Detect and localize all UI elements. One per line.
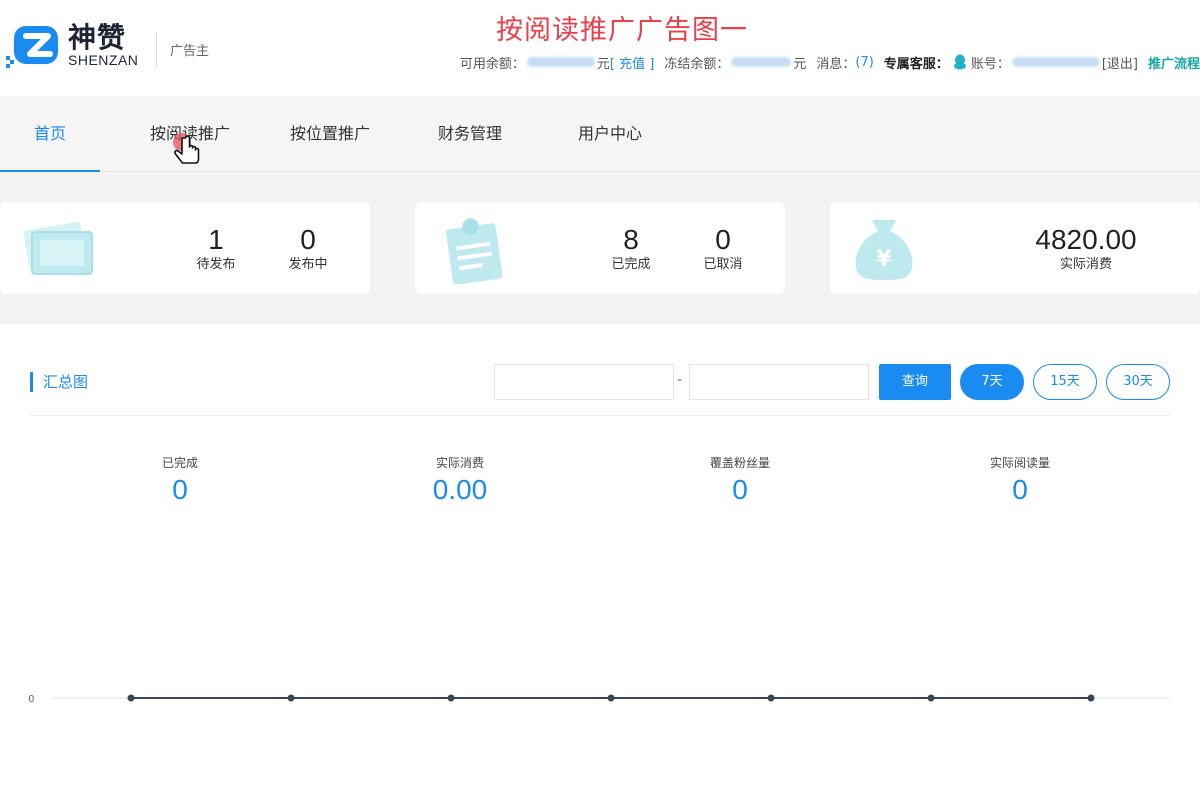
query-button[interactable]: 查询	[879, 364, 951, 400]
stat-label: 发布中	[288, 257, 328, 272]
promo-flow-link[interactable]: 推广流程	[1148, 53, 1200, 72]
money-bag-icon: ¥	[855, 220, 913, 280]
stat-value: 4820.00	[1035, 224, 1137, 255]
stats-band: 1 待发布 0 发布中 8 已完成 0 已取消 ¥ 4820.00 实际消费	[0, 172, 1200, 324]
stat-pending: 1 待发布	[186, 224, 246, 274]
metric-value: 0	[732, 474, 748, 505]
tickets-icon	[24, 221, 93, 275]
metric-label: 实际阅读量	[989, 456, 1050, 470]
logo-divider	[156, 32, 157, 68]
account-bar: 可用余额： 元 [ 充值 ] 冻结余额： 元 消息： (7) 专属客服： 账号：…	[459, 53, 1200, 72]
metric-completed: 已完成 0	[80, 455, 280, 509]
data-point	[1087, 694, 1095, 702]
stat-card-pending: 1 待发布 0 发布中	[0, 202, 370, 294]
metric-value: 0	[1012, 474, 1028, 505]
summary-line-chart: 0	[28, 694, 1170, 705]
yuan-unit: 元	[793, 56, 807, 72]
stat-value: 0	[715, 224, 731, 255]
hand-cursor-icon	[173, 133, 200, 164]
y-tick-label: 0	[28, 694, 34, 705]
stat-value: 0	[300, 224, 316, 255]
metric-value: 0	[172, 474, 188, 505]
date-separator: -	[677, 372, 683, 388]
range-15-days-button[interactable]: 15天	[1033, 364, 1097, 400]
account-value-redacted	[1011, 57, 1100, 67]
data-point	[927, 694, 935, 702]
stat-actual-spend: 4820.00 实际消费	[1016, 224, 1156, 274]
data-point	[447, 694, 455, 702]
stat-label: 已完成	[611, 257, 651, 272]
role-label: 广告主	[170, 44, 210, 59]
frozen-balance-value-redacted	[731, 57, 792, 67]
stat-cancelled: 0 已取消	[693, 224, 753, 274]
stat-value: 8	[623, 224, 639, 255]
metric-value: 0.00	[432, 474, 488, 505]
account-label: 账号：	[970, 56, 1010, 72]
stat-completed: 8 已完成	[601, 224, 661, 274]
stat-label: 实际消费	[1059, 257, 1112, 272]
messages-label: 消息：	[816, 56, 856, 72]
top-header: 神赞 SHENZAN 广告主 按阅读推广广告图一 可用余额： 元 [ 充值 ] …	[0, 0, 1200, 96]
stat-card-completed: 8 已完成 0 已取消	[415, 202, 785, 294]
brand-name-en: SHENZAN	[68, 52, 139, 68]
nav-item-user-center[interactable]: 用户中心	[560, 96, 660, 172]
brand-logo[interactable]: 神赞 SHENZAN	[6, 22, 138, 68]
summary-title: 汇总图	[30, 372, 88, 392]
qq-service-icon[interactable]	[953, 54, 967, 70]
shenzan-logo-icon	[6, 26, 58, 68]
stat-label: 已取消	[703, 257, 743, 272]
metric-label: 覆盖粉丝量	[709, 456, 770, 470]
brand-name-cn: 神赞	[68, 21, 127, 54]
messages-count-link[interactable]: (7)	[855, 55, 873, 70]
data-point	[287, 694, 295, 702]
range-30-days-button[interactable]: 30天	[1106, 364, 1170, 400]
recharge-link[interactable]: [ 充值 ]	[610, 53, 654, 72]
clipboard-icon	[446, 218, 503, 284]
stat-card-spend: ¥ 4820.00 实际消费	[830, 202, 1200, 294]
service-label: 专属客服：	[883, 56, 949, 72]
yuan-unit: 元	[596, 56, 610, 72]
start-date-input[interactable]	[494, 364, 674, 400]
available-balance-value-redacted	[526, 57, 595, 67]
data-point	[767, 694, 775, 702]
frozen-balance-label: 冻结余额：	[664, 56, 730, 72]
data-point	[127, 694, 135, 702]
overlay-title: 按阅读推广广告图一	[496, 15, 748, 46]
stat-value: 1	[208, 224, 224, 255]
nav-item-finance[interactable]: 财务管理	[420, 96, 520, 172]
end-date-input[interactable]	[689, 364, 869, 400]
stat-label: 待发布	[196, 257, 236, 272]
metric-actual-spend: 实际消费 0.00	[360, 455, 560, 509]
range-7-days-button[interactable]: 7天	[960, 364, 1024, 400]
summary-divider	[30, 415, 1170, 416]
brand-text: 神赞 SHENZAN	[68, 21, 139, 68]
data-point	[607, 694, 615, 702]
logout-link[interactable]: [退出]	[1102, 53, 1138, 72]
metric-actual-reads: 实际阅读量 0	[920, 455, 1120, 509]
metric-fan-coverage: 覆盖粉丝量 0	[640, 455, 840, 509]
stat-publishing: 0 发布中	[278, 224, 338, 274]
metric-label: 实际消费	[435, 456, 484, 470]
svg-text:¥: ¥	[876, 247, 892, 272]
nav-item-position-promo[interactable]: 按位置推广	[280, 96, 380, 172]
available-balance-label: 可用余额：	[459, 56, 525, 72]
nav-item-home[interactable]: 首页	[0, 96, 100, 173]
page-root: 神赞 SHENZAN 广告主 按阅读推广广告图一 可用余额： 元 [ 充值 ] …	[0, 0, 1200, 800]
metric-label: 已完成	[161, 456, 198, 470]
